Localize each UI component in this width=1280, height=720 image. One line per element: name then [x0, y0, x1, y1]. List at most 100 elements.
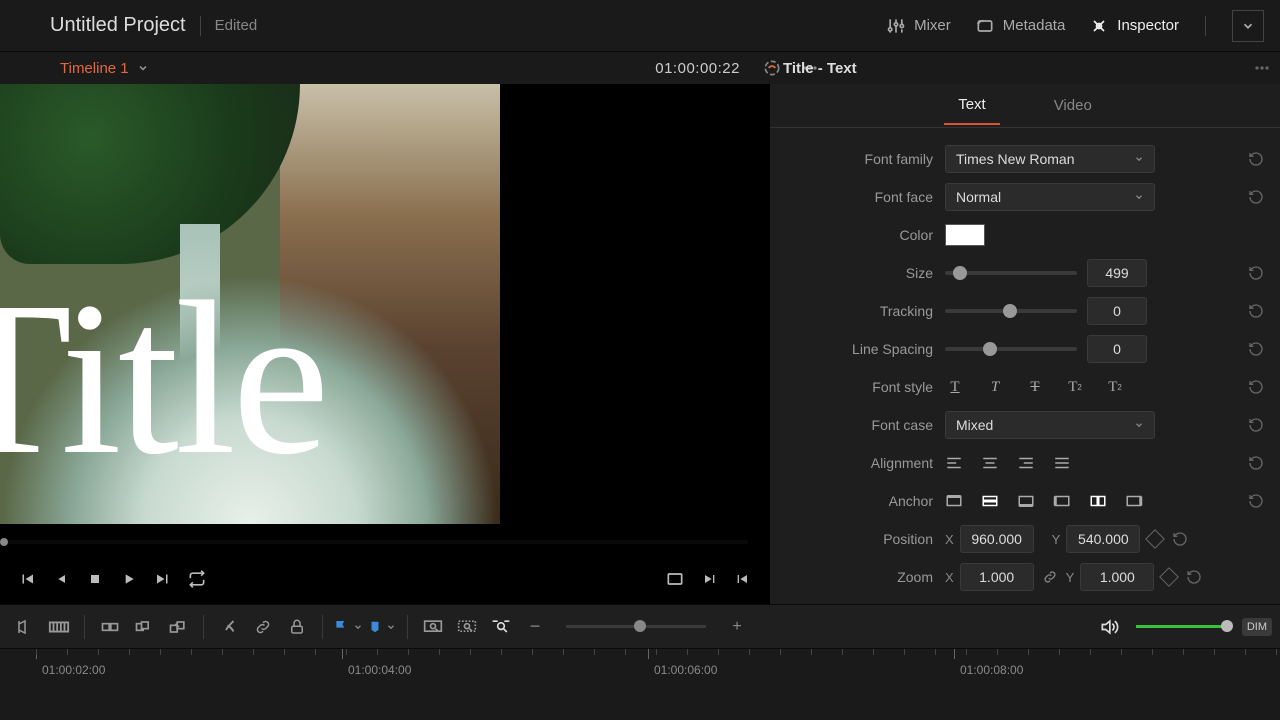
- link-tool[interactable]: [246, 610, 280, 644]
- marker-tool[interactable]: [365, 610, 399, 644]
- panel-dropdown[interactable]: [1232, 10, 1264, 42]
- linespacing-reset[interactable]: [1246, 339, 1266, 359]
- mixer-button[interactable]: Mixer: [874, 10, 963, 42]
- font-family-label: Font family: [770, 151, 945, 167]
- anchor-top[interactable]: [945, 494, 963, 508]
- flag-tool[interactable]: [331, 610, 365, 644]
- position-x-value[interactable]: 960.000: [960, 525, 1034, 553]
- fontcase-reset[interactable]: [1246, 415, 1266, 435]
- size-value[interactable]: 499: [1087, 259, 1147, 287]
- align-right[interactable]: [1017, 454, 1035, 472]
- step-back-button[interactable]: [44, 562, 78, 596]
- tab-text[interactable]: Text: [944, 86, 1000, 125]
- font-family-select[interactable]: Times New Roman: [945, 145, 1155, 173]
- go-to-start-button[interactable]: [10, 562, 44, 596]
- chevron-down-icon: [137, 62, 149, 74]
- size-slider[interactable]: [945, 271, 1077, 275]
- alignment-reset[interactable]: [1246, 453, 1266, 473]
- viewer-panel: Title: [0, 84, 770, 604]
- viewer-canvas[interactable]: Title: [0, 84, 500, 524]
- font-face-select[interactable]: Normal: [945, 183, 1155, 211]
- inspector-label: Inspector: [1117, 17, 1179, 34]
- anchor-right[interactable]: [1125, 494, 1143, 508]
- style-subscript[interactable]: T2: [1105, 377, 1125, 397]
- zoom-full-tool[interactable]: [416, 610, 450, 644]
- trim-tool[interactable]: [42, 610, 76, 644]
- position-keyframe[interactable]: [1145, 529, 1165, 549]
- overwrite-tool[interactable]: [127, 610, 161, 644]
- mute-button[interactable]: [1092, 610, 1126, 644]
- zoom-out[interactable]: −: [518, 610, 552, 644]
- align-center[interactable]: [981, 454, 999, 472]
- timeline-ruler[interactable]: 01:00:02:00 01:00:04:00 01:00:06:00 01:0…: [0, 648, 1280, 696]
- tracking-label: Tracking: [770, 303, 945, 319]
- zoom-in[interactable]: +: [720, 610, 754, 644]
- chevron-down-icon: [1134, 192, 1144, 202]
- play-button[interactable]: [112, 562, 146, 596]
- chevron-down-icon: [386, 622, 396, 632]
- zoom-detail-tool[interactable]: [450, 610, 484, 644]
- tracking-value[interactable]: 0: [1087, 297, 1147, 325]
- linespacing-slider[interactable]: [945, 347, 1077, 351]
- selection-tool[interactable]: [8, 610, 42, 644]
- timeline-selector[interactable]: Timeline 1: [60, 60, 149, 77]
- zoom-x-value[interactable]: 1.000: [960, 563, 1034, 591]
- title-overlay-text: Title: [0, 252, 326, 505]
- viewer-scrub-bar[interactable]: [0, 540, 748, 544]
- fontcase-select[interactable]: Mixed: [945, 411, 1155, 439]
- linespacing-value[interactable]: 0: [1087, 335, 1147, 363]
- blade-tool[interactable]: [212, 610, 246, 644]
- inspector-options[interactable]: [1252, 58, 1272, 78]
- tracking-slider[interactable]: [945, 309, 1077, 313]
- anchor-reset[interactable]: [1246, 491, 1266, 511]
- match-frame-button[interactable]: [658, 562, 692, 596]
- zoom-custom-tool[interactable]: [484, 610, 518, 644]
- position-reset[interactable]: [1170, 529, 1190, 549]
- viewer-timecode[interactable]: 01:00:00:22: [655, 60, 740, 77]
- prev-clip-button[interactable]: [726, 562, 760, 596]
- align-left[interactable]: [945, 454, 963, 472]
- divider: [1205, 16, 1206, 36]
- font-face-reset[interactable]: [1246, 187, 1266, 207]
- bypass-fusion-button[interactable]: [762, 58, 782, 78]
- color-swatch[interactable]: [945, 224, 985, 246]
- style-italic[interactable]: T: [985, 377, 1005, 397]
- insert-tool[interactable]: [93, 610, 127, 644]
- style-superscript[interactable]: T2: [1065, 377, 1085, 397]
- replace-tool[interactable]: [161, 610, 195, 644]
- mixer-icon: [886, 16, 906, 36]
- tab-video[interactable]: Video: [1040, 87, 1106, 124]
- tracking-reset[interactable]: [1246, 301, 1266, 321]
- chevron-down-icon: [1134, 420, 1144, 430]
- dim-button[interactable]: DIM: [1242, 618, 1272, 636]
- timeline-name-label: Timeline 1: [60, 60, 129, 77]
- zoom-keyframe[interactable]: [1159, 567, 1179, 587]
- go-to-end-button[interactable]: [146, 562, 180, 596]
- anchor-left[interactable]: [1053, 494, 1071, 508]
- zoom-reset[interactable]: [1184, 567, 1204, 587]
- next-clip-button[interactable]: [692, 562, 726, 596]
- align-justify[interactable]: [1053, 454, 1071, 472]
- position-x-label: X: [945, 532, 954, 547]
- zoom-y-value[interactable]: 1.000: [1080, 563, 1154, 591]
- lock-tool[interactable]: [280, 610, 314, 644]
- loop-button[interactable]: [180, 562, 214, 596]
- anchor-bottom[interactable]: [1017, 494, 1035, 508]
- volume-slider[interactable]: [1136, 625, 1232, 628]
- size-reset[interactable]: [1246, 263, 1266, 283]
- position-label: Position: [770, 531, 945, 547]
- font-family-reset[interactable]: [1246, 149, 1266, 169]
- zoom-slider[interactable]: [566, 625, 706, 628]
- zoom-link-button[interactable]: [1042, 569, 1058, 585]
- style-underline[interactable]: T: [945, 377, 965, 397]
- stop-button[interactable]: [78, 562, 112, 596]
- zoom-x-label: X: [945, 570, 954, 585]
- fontstyle-reset[interactable]: [1246, 377, 1266, 397]
- anchor-vcenter[interactable]: [981, 494, 999, 508]
- anchor-hcenter[interactable]: [1089, 494, 1107, 508]
- position-y-value[interactable]: 540.000: [1066, 525, 1140, 553]
- inspector-icon: [1089, 16, 1109, 36]
- metadata-button[interactable]: Metadata: [963, 10, 1078, 42]
- inspector-button[interactable]: Inspector: [1077, 10, 1191, 42]
- style-strikethrough[interactable]: T: [1025, 377, 1045, 397]
